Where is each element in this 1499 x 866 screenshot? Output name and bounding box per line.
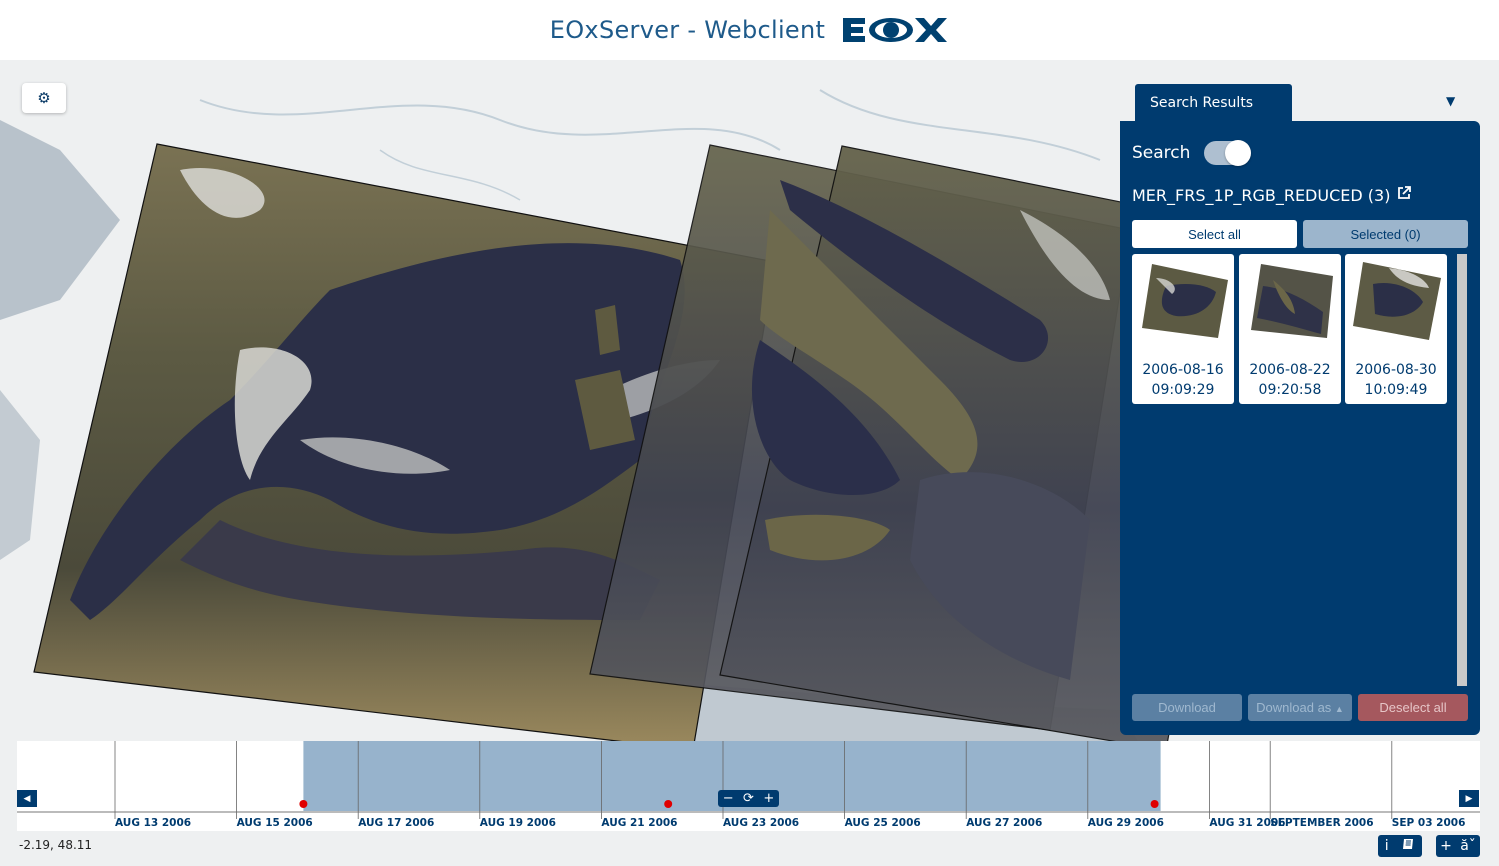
gear-icon: ⚙: [37, 89, 51, 107]
timeline-event-marker[interactable]: [664, 800, 673, 808]
timeline-prev-button[interactable]: ◀: [17, 790, 37, 807]
result-date: 2006-08-16 09:09:29: [1142, 362, 1224, 398]
search-toggle-row: Search: [1132, 140, 1252, 166]
timeline-event-marker[interactable]: [299, 800, 308, 808]
results-scrollbar[interactable]: [1457, 254, 1467, 686]
eox-logo: [841, 15, 949, 45]
external-link-icon[interactable]: [1396, 185, 1412, 205]
deselect-all-button[interactable]: Deselect all: [1358, 694, 1468, 721]
search-toggle[interactable]: [1204, 140, 1252, 166]
caret-up-icon: ▲: [1334, 704, 1344, 714]
reload-icon[interactable]: ⟳: [743, 790, 754, 807]
triangle-right-icon: ▶: [1465, 793, 1473, 804]
triangle-left-icon: ◀: [23, 793, 31, 804]
tab-search-results[interactable]: Search Results: [1135, 84, 1292, 122]
language-button[interactable]: ăˇ: [1460, 838, 1476, 854]
collection-name: MER_FRS_1P_RGB_REDUCED (3): [1132, 185, 1391, 205]
collection-header: MER_FRS_1P_RGB_REDUCED (3): [1132, 185, 1412, 205]
info-button[interactable]: i: [1385, 838, 1389, 854]
chevron-down-icon[interactable]: ▼: [1446, 94, 1455, 108]
timeline-tick-label: AUG 27 2006: [966, 817, 1042, 829]
timeline-tick-label: SEP 03 2006: [1392, 817, 1466, 829]
download-as-label: Download as: [1256, 700, 1332, 715]
select-all-button[interactable]: Select all: [1132, 220, 1297, 248]
search-label: Search: [1132, 143, 1191, 163]
selected-button[interactable]: Selected (0): [1303, 220, 1468, 248]
book-icon[interactable]: [1402, 838, 1415, 854]
timeline-tick-label: AUG 17 2006: [358, 817, 434, 829]
info-button-group: i: [1378, 835, 1422, 857]
result-item[interactable]: 2006-08-16 09:09:29: [1132, 254, 1234, 404]
timeline-tick-label: AUG 21 2006: [601, 817, 677, 829]
toggle-knob: [1225, 140, 1252, 166]
result-item[interactable]: 2006-08-30 10:09:49: [1345, 254, 1447, 404]
timeline-zoom-controls: − ⟳ +: [718, 790, 779, 807]
result-thumbnail: [1251, 264, 1333, 338]
timeline-tick-label: AUG 25 2006: [845, 817, 921, 829]
timeline-axis[interactable]: AUG 13 2006 AUG 15 2006 AUG 17 2006 AUG 19 …: [17, 741, 1480, 831]
layer-button-group: + ăˇ: [1436, 835, 1480, 857]
result-date: 2006-08-22 09:20:58: [1249, 362, 1331, 398]
zoom-in-icon[interactable]: +: [763, 790, 774, 807]
results-list: 2006-08-16 09:09:29 2006-08-22 09:20:58: [1132, 254, 1458, 686]
search-results-panel: Search MER_FRS_1P_RGB_REDUCED (3) Select…: [1120, 121, 1480, 735]
result-item[interactable]: 2006-08-22 09:20:58: [1239, 254, 1341, 404]
mouse-coordinates: -2.19, 48.11: [19, 838, 93, 852]
timeline-tick-label: AUG 23 2006: [723, 817, 799, 829]
add-button[interactable]: +: [1440, 838, 1452, 854]
timeline[interactable]: AUG 13 2006 AUG 15 2006 AUG 17 2006 AUG 19 …: [17, 741, 1480, 831]
app-header: EOxServer - Webclient: [0, 0, 1499, 60]
result-thumbnail: [1353, 262, 1441, 340]
result-date: 2006-08-30 10:09:49: [1355, 362, 1437, 398]
timeline-tick-label: AUG 15 2006: [237, 817, 313, 829]
timeline-tick-label: SEPTEMBER 2006: [1270, 817, 1373, 829]
zoom-out-icon[interactable]: −: [723, 790, 734, 807]
result-thumbnail: [1142, 264, 1228, 338]
settings-button[interactable]: ⚙: [22, 83, 66, 113]
timeline-tick-label: AUG 29 2006: [1088, 817, 1164, 829]
download-button[interactable]: Download: [1132, 694, 1242, 721]
timeline-next-button[interactable]: ▶: [1459, 790, 1479, 807]
timeline-event-marker[interactable]: [1150, 800, 1159, 808]
download-as-button[interactable]: Download as ▲: [1248, 694, 1352, 721]
timeline-tick-label: AUG 13 2006: [115, 817, 191, 829]
app-title: EOxServer - Webclient: [549, 16, 826, 44]
timeline-tick-label: AUG 19 2006: [480, 817, 556, 829]
